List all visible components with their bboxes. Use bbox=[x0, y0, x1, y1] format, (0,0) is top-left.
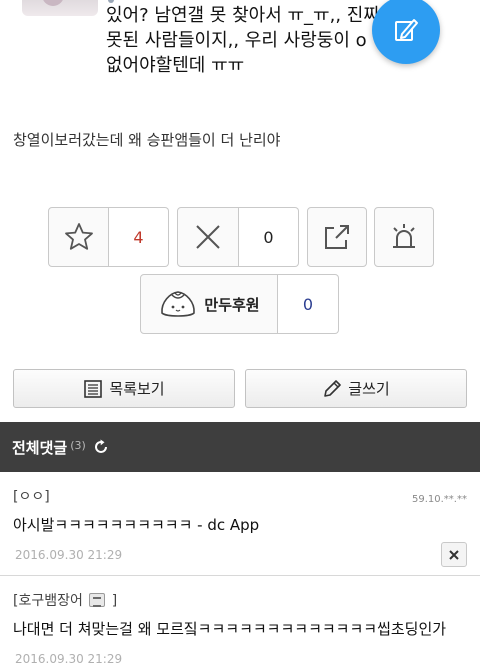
notrecommend-count: 0 bbox=[239, 207, 299, 267]
close-icon bbox=[449, 549, 459, 560]
share-button[interactable] bbox=[307, 207, 367, 267]
gallog-icon[interactable] bbox=[89, 593, 106, 607]
list-label: 목록보기 bbox=[109, 380, 165, 398]
pencil-icon bbox=[324, 379, 342, 397]
comment-delete-button[interactable] bbox=[441, 542, 467, 567]
comment-date: 2016.09.30 21:29 bbox=[15, 548, 123, 562]
post-body-text: 창열이보러갔는데 왜 승판앰들이 더 난리야 bbox=[13, 131, 281, 149]
comment-author[interactable]: [ㅇㅇ] bbox=[13, 486, 50, 506]
comments-count: (3) bbox=[70, 438, 86, 452]
share-icon bbox=[325, 225, 349, 249]
write-button[interactable]: 글쓰기 bbox=[245, 369, 467, 408]
donation-label: 만두후원 bbox=[204, 295, 260, 314]
dumpling-icon bbox=[161, 291, 196, 317]
comment-body: 아시발ㅋㅋㅋㅋㅋㅋㅋㅋㅋㅋ - dc App bbox=[13, 516, 260, 534]
donation-button[interactable]: 만두후원 bbox=[140, 274, 278, 334]
comment-author-suffix: ] bbox=[111, 593, 118, 609]
report-button[interactable] bbox=[374, 207, 434, 267]
pen-note-icon bbox=[395, 19, 418, 41]
comment-item: [호구뱀장어 ] 나대면 더 쳐맞는걸 왜 모르짘ㅋㅋㅋㅋㅋㅋㅋㅋㅋㅋㅋㅋㅋ씹초… bbox=[0, 576, 480, 668]
star-icon bbox=[64, 223, 93, 250]
notrecommend-button[interactable] bbox=[177, 207, 239, 267]
comment-item: [ㅇㅇ] 59.10.**.** 아시발ㅋㅋㅋㅋㅋㅋㅋㅋㅋㅋ - dc App … bbox=[0, 472, 480, 582]
write-label: 글쓰기 bbox=[348, 380, 390, 398]
siren-icon bbox=[393, 224, 415, 248]
comment-body: 나대면 더 쳐맞는걸 왜 모르짘ㅋㅋㅋㅋㅋㅋㅋㅋㅋㅋㅋㅋㅋ씹초딩인가 bbox=[13, 620, 447, 638]
quote-text: 있어? 남연갤 못 찾아서 ㅠ_ㅠ,, 진짜 못된 사람들이지,, 우리 사랑둥… bbox=[106, 3, 406, 78]
comment-author-line[interactable]: [호구뱀장어 ] bbox=[13, 590, 117, 610]
comments-title: 전체댓글 bbox=[12, 438, 68, 457]
comment-date: 2016.09.30 21:29 bbox=[15, 652, 123, 666]
refresh-icon[interactable] bbox=[92, 438, 110, 456]
comments-header: 전체댓글 (3) bbox=[0, 422, 480, 472]
x-icon bbox=[196, 225, 220, 249]
recommend-button[interactable] bbox=[48, 207, 109, 267]
donation-count: 0 bbox=[278, 274, 339, 334]
recommend-count: 4 bbox=[109, 207, 169, 267]
comment-author: [호구뱀장어 bbox=[13, 593, 83, 609]
quote-line: 못된 사람들이지,, 우리 사랑둥이 o bbox=[106, 30, 367, 51]
list-icon bbox=[84, 379, 103, 398]
comment-ip: 59.10.**.** bbox=[412, 494, 467, 505]
quote-line: 없어야할텐데 ㅠㅠ bbox=[106, 55, 245, 76]
quote-line: 있어? 남연갤 못 찾아서 ㅠ_ㅠ,, 진짜 bbox=[106, 5, 380, 26]
list-button[interactable]: 목록보기 bbox=[13, 369, 235, 408]
avatar bbox=[22, 0, 98, 16]
